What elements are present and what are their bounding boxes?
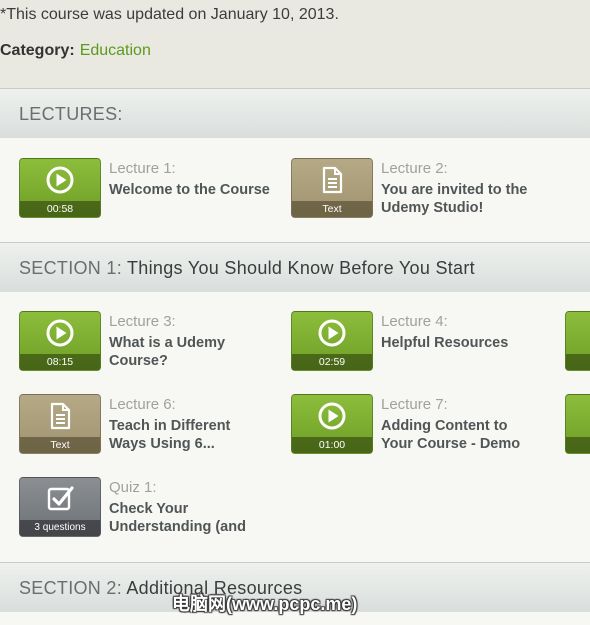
category-label: Category: (0, 42, 75, 59)
category-link[interactable]: Education (80, 42, 151, 59)
checkbox-icon (47, 486, 74, 511)
course-info: *This course was updated on January 10, … (0, 0, 590, 88)
quiz-item[interactable]: 3 questions Quiz 1: Check Your Understan… (19, 477, 279, 543)
lecture-thumbnail[interactable]: 01:00 (291, 394, 373, 454)
lecture-thumbnail[interactable]: Text (291, 158, 373, 218)
play-icon (318, 319, 346, 347)
play-icon (46, 166, 74, 194)
lecture-item[interactable]: 02:59 Lecture 4: Helpful Resources (291, 311, 551, 373)
duration-badge: 00:58 (20, 201, 100, 217)
lectures-header-label: LECTURES: (19, 104, 123, 124)
section-title: Things You Should Know Before You Start (127, 258, 475, 278)
lecture-item[interactable]: Text Lecture 2: You are invited to the U… (291, 158, 551, 220)
lecture-item[interactable]: 01:00 Lecture 7: Adding Content to Your … (291, 394, 551, 460)
type-badge: Text (20, 437, 100, 453)
quiz-thumbnail[interactable]: 3 questions (19, 477, 101, 537)
lectures-header: LECTURES: (0, 88, 590, 139)
lecture-thumbnail-partial[interactable] (565, 311, 590, 371)
duration-badge: 01:00 (292, 437, 372, 453)
duration-badge: 08:15 (20, 354, 100, 370)
category-row: Category: Education (0, 42, 151, 60)
quiz-title[interactable]: Check Your Understanding (and (109, 500, 269, 536)
lecture-thumbnail[interactable]: 00:58 (19, 158, 101, 218)
lecture-thumbnail-partial[interactable] (565, 394, 590, 454)
document-icon (322, 166, 343, 194)
lecture-number: Lecture 4: (381, 313, 448, 330)
lecture-number: Lecture 3: (109, 313, 176, 330)
lecture-title[interactable]: Helpful Resources (381, 334, 551, 352)
lecture-title[interactable]: What is a Udemy Course? (109, 334, 239, 370)
lecture-title[interactable]: You are invited to the Udemy Studio! (381, 181, 556, 217)
lecture-number: Lecture 6: (109, 396, 176, 413)
intro-lectures-panel: 00:58 Lecture 1: Welcome to the Course T… (0, 138, 590, 242)
document-icon (50, 402, 71, 430)
question-count-badge: 3 questions (20, 520, 100, 536)
section-prefix: SECTION 2: (19, 578, 123, 598)
lecture-item[interactable]: 08:15 Lecture 3: What is a Udemy Course? (19, 311, 279, 373)
section-prefix: SECTION 1: (19, 258, 123, 278)
section-1-header: SECTION 1: Things You Should Know Before… (0, 242, 590, 293)
lecture-number: Lecture 2: (381, 160, 448, 177)
play-icon (46, 319, 74, 347)
lecture-title[interactable]: Adding Content to Your Course - Demo (381, 417, 541, 453)
lecture-number: Lecture 1: (109, 160, 176, 177)
lecture-thumbnail[interactable]: 02:59 (291, 311, 373, 371)
lecture-title[interactable]: Welcome to the Course (109, 181, 279, 199)
section-1-panel: 08:15 Lecture 3: What is a Udemy Course?… (0, 292, 590, 562)
lecture-item[interactable]: 00:58 Lecture 1: Welcome to the Course (19, 158, 279, 220)
lecture-thumbnail[interactable]: Text (19, 394, 101, 454)
watermark: 电脑网(www.pcpc.me) (172, 594, 358, 614)
play-icon (318, 402, 346, 430)
type-badge: Text (292, 201, 372, 217)
lecture-item[interactable]: Text Lecture 6: Teach in Different Ways … (19, 394, 279, 456)
quiz-number: Quiz 1: (109, 479, 157, 496)
updated-note: *This course was updated on January 10, … (0, 6, 339, 23)
lecture-thumbnail[interactable]: 08:15 (19, 311, 101, 371)
lecture-number: Lecture 7: (381, 396, 448, 413)
lecture-title[interactable]: Teach in Different Ways Using 6... (109, 417, 249, 453)
duration-badge: 02:59 (292, 354, 372, 370)
